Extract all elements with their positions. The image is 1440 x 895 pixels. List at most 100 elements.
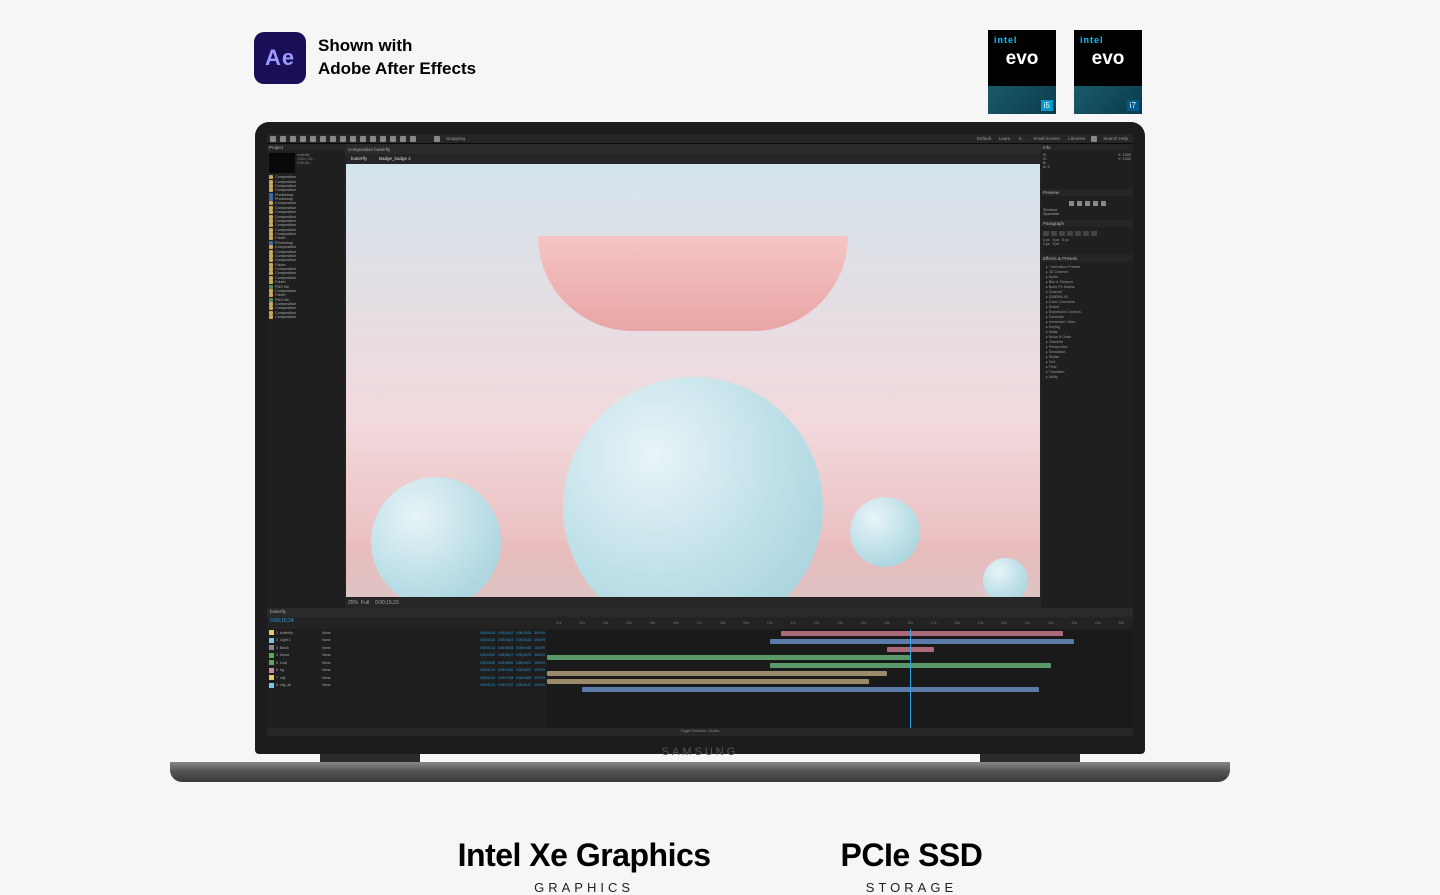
search-input[interactable]: Search Help [1101, 136, 1130, 141]
indent-first[interactable]: 0 px [1062, 238, 1069, 242]
effect-category[interactable]: ▸ Utility [1043, 374, 1131, 379]
project-thumbnail [269, 153, 295, 173]
home-icon[interactable] [270, 136, 276, 142]
justify-right-icon[interactable] [1083, 231, 1089, 236]
preview-panel-header: Preview [1041, 189, 1133, 196]
workspace-more[interactable]: S... [1016, 136, 1027, 141]
timeline-tab[interactable]: butterfly [270, 609, 286, 614]
sphere-shape [983, 558, 1028, 597]
snapping-checkbox[interactable] [434, 136, 440, 142]
clone-tool-icon[interactable] [380, 136, 386, 142]
brush-tool-icon[interactable] [370, 136, 376, 142]
zoom-level[interactable]: 25% [348, 600, 358, 606]
shortcut-value[interactable]: Spacebar [1043, 212, 1131, 216]
ae-icon: Ae [254, 32, 306, 84]
justify-center-icon[interactable] [1075, 231, 1081, 236]
laptop-brand: SAMSUNG [662, 746, 739, 758]
ssd-title: PCIe SSD [841, 837, 983, 874]
footer-timecode: 0;00;15;23 [375, 600, 399, 606]
workspace-default[interactable]: Default [975, 136, 993, 141]
search-icon[interactable] [1091, 136, 1097, 142]
puppet-tool-icon[interactable] [410, 136, 416, 142]
justify-left-icon[interactable] [1067, 231, 1073, 236]
composition-panel: Composition butterfly butterfly Badge_ba… [345, 144, 1041, 608]
snapping-label: Snapping [444, 136, 467, 141]
info-y: Y: 1342 [1118, 157, 1131, 161]
timeline-layer-row[interactable]: 3BlackNone0;00;01;140;00;06;080;00;04;00… [267, 644, 547, 652]
sphere-shape [850, 497, 920, 567]
justify-all-icon[interactable] [1091, 231, 1097, 236]
pan-behind-tool-icon[interactable] [330, 136, 336, 142]
comp-panel-label: Composition butterfly [348, 147, 390, 152]
resolution-select[interactable]: Full [361, 600, 369, 606]
timeline-layer-row[interactable]: 1butterflyNone0;00;00;140;00;04;120;00;0… [267, 629, 547, 637]
timeline-panel[interactable]: butterfly 0;00;15;24 01s02s03s04s05s06s0… [267, 608, 1133, 736]
intel-evo-i5-badge: intel evo i5 [988, 30, 1056, 114]
workspace-libraries[interactable]: Libraries [1066, 136, 1087, 141]
timeline-layer-row[interactable]: 7cityNone0;00;02;140;00;07;080;00;04;061… [267, 674, 547, 682]
evo-label: evo [1006, 48, 1039, 70]
info-panel-header: Info [1041, 144, 1133, 151]
pen-tool-icon[interactable] [350, 136, 356, 142]
paragraph-panel: 0 px 0 px 0 px 0 px 0 px [1041, 227, 1133, 255]
next-frame-icon[interactable] [1093, 201, 1098, 206]
laptop-mockup: Snapping Default Learn S... Small Screen… [170, 122, 1230, 782]
align-center-icon[interactable] [1051, 231, 1057, 236]
timeline-layer-row[interactable]: 2Light 1None0;00;00;120;00;04;040;00;03;… [267, 637, 547, 645]
eraser-tool-icon[interactable] [390, 136, 396, 142]
shape-tool-icon[interactable] [340, 136, 346, 142]
after-effects-badge: Ae Shown with Adobe After Effects [254, 32, 476, 84]
timeline-tracks[interactable] [547, 629, 1133, 728]
composition-viewer[interactable] [346, 164, 1040, 597]
timeline-layer-row[interactable]: 4forestNone0;00;00;000;00;05;170;00;04;0… [267, 652, 547, 660]
timeline-ruler[interactable]: 01s02s03s04s05s06s07s08s09s10s11s12s13s1… [547, 617, 1133, 629]
timeline-layer-row[interactable]: 8city_allNone0;00;02;110;00;07;200;00;03… [267, 682, 547, 690]
timeline-layer-row[interactable]: 5LeafNone0;00;04;050;00;08;000;00;04;071… [267, 659, 547, 667]
project-item[interactable]: Composition [267, 315, 345, 319]
first-frame-icon[interactable] [1069, 201, 1074, 206]
last-frame-icon[interactable] [1101, 201, 1106, 206]
intel-evo-i7-badge: intel evo i7 [1074, 30, 1142, 114]
sphere-shape [371, 477, 501, 597]
i5-label: i5 [1041, 100, 1053, 111]
align-left-icon[interactable] [1043, 231, 1049, 236]
space-before[interactable]: 0 px [1043, 242, 1050, 246]
shown-with-line2: Adobe After Effects [318, 58, 476, 81]
timeline-layer-list[interactable]: 1butterflyNone0;00;00;140;00;04;120;00;0… [267, 629, 547, 728]
project-panel[interactable]: Project butterfly 1920 x 10... 0;00;09..… [267, 144, 345, 608]
evo-label: evo [1092, 48, 1125, 70]
info-panel: R:X: 2300 G:Y: 1342 B: A: 0 [1041, 151, 1133, 189]
comp-tab-badge[interactable]: Badge_badge 2 [376, 156, 414, 161]
zoom-tool-icon[interactable] [300, 136, 306, 142]
rotate-tool-icon[interactable] [310, 136, 316, 142]
preview-panel: Shortcut Spacebar [1041, 196, 1133, 220]
info-a: A: 0 [1043, 165, 1050, 169]
selection-tool-icon[interactable] [280, 136, 286, 142]
right-panels: Info R:X: 2300 G:Y: 1342 B: A: 0 Preview [1041, 144, 1133, 608]
roto-tool-icon[interactable] [400, 136, 406, 142]
timeline-layer-row[interactable]: 6bgNone0;00;01;140;00;04;200;00;04;07100… [267, 667, 547, 675]
shown-with-label: Shown with Adobe After Effects [318, 35, 476, 81]
intel-label: intel [1080, 35, 1104, 45]
camera-tool-icon[interactable] [320, 136, 326, 142]
project-items-list[interactable]: CompositionCompositionCompositionComposi… [267, 175, 345, 608]
viewer-footer[interactable]: 25% Full 0;00;15;23 [345, 598, 1041, 608]
toggle-switches-button[interactable]: Toggle Switches / Modes [267, 728, 1133, 736]
align-right-icon[interactable] [1059, 231, 1065, 236]
text-tool-icon[interactable] [360, 136, 366, 142]
playhead[interactable] [910, 629, 911, 728]
hand-tool-icon[interactable] [290, 136, 296, 142]
effects-panel[interactable]: ▸ * Animation Presets▸ 3D Channel▸ Audio… [1041, 262, 1133, 608]
play-icon[interactable] [1085, 201, 1090, 206]
ssd-subtitle: STORAGE [841, 880, 983, 895]
intel-label: intel [994, 35, 1018, 45]
timeline-timecode[interactable]: 0;00;15;24 [267, 617, 547, 629]
after-effects-app: Snapping Default Learn S... Small Screen… [267, 134, 1133, 736]
comp-tab-butterfly[interactable]: butterfly [348, 156, 370, 161]
prev-frame-icon[interactable] [1077, 201, 1082, 206]
app-toolbar[interactable]: Snapping Default Learn S... Small Screen… [267, 134, 1133, 144]
workspace-small-screen[interactable]: Small Screen [1031, 136, 1062, 141]
space-after[interactable]: 0 px [1053, 242, 1060, 246]
sphere-shape [563, 377, 823, 597]
workspace-learn[interactable]: Learn [997, 136, 1013, 141]
